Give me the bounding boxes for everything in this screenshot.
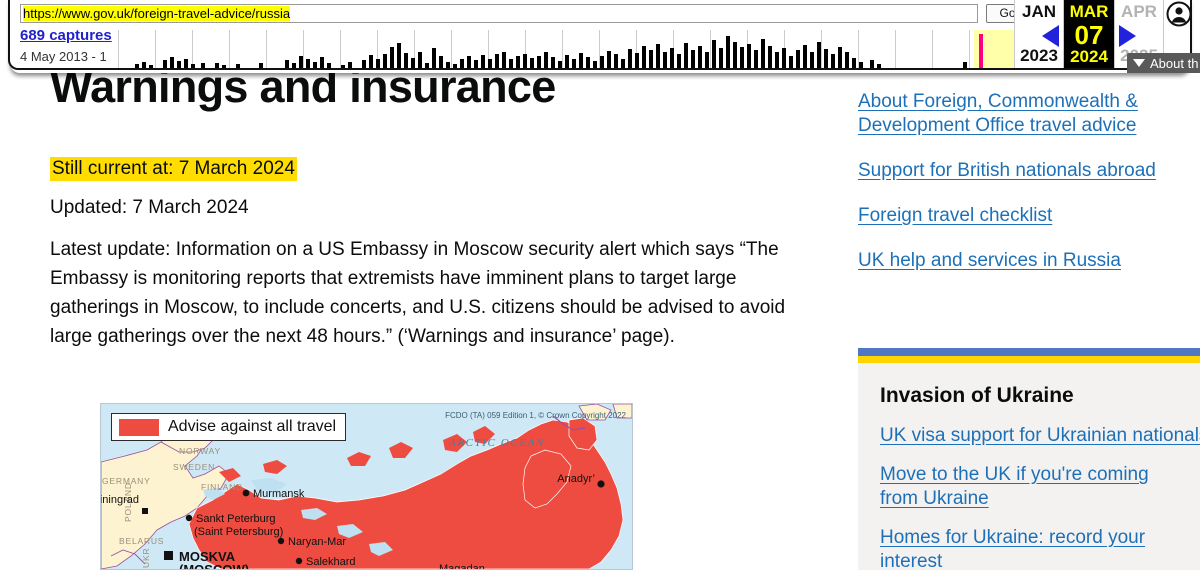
map-country-label: UKR: [141, 548, 151, 568]
related-link-fcdo-travel-advice[interactable]: About Foreign, Commonwealth & Developmen…: [858, 91, 1138, 136]
captures-date-range: 4 May 2013 - 1: [20, 49, 107, 64]
map-country-label: BELARUS: [119, 536, 164, 546]
map-city-label: (Saint Petersburg): [194, 526, 283, 538]
ukraine-link-homes-for-ukraine[interactable]: Homes for Ukraine: record your interest: [880, 527, 1145, 570]
map-credit: FCDO (TA) 059 Edition 1, © Crown Copyrig…: [445, 411, 626, 420]
map-country-label: NORWAY: [179, 446, 221, 456]
current-month-label: MAR: [1069, 2, 1109, 21]
list-item: About Foreign, Commonwealth & Developmen…: [858, 90, 1200, 138]
invasion-of-ukraine-panel: Invasion of Ukraine UK visa support for …: [858, 348, 1200, 570]
list-item: Foreign travel checklist: [858, 204, 1200, 228]
url-input[interactable]: https://www.gov.uk/foreign-travel-advice…: [20, 3, 978, 23]
list-item: Homes for Ukraine: record your interest: [880, 526, 1178, 570]
russia-travel-advice-map[interactable]: ARCTIC OCEAN Bering Sea NORWAY SWEDEN FI…: [100, 403, 633, 570]
ukraine-flag-blue-bar: [858, 348, 1200, 356]
related-content-sidebar: Related content About Foreign, Commonwea…: [858, 40, 1200, 294]
prev-year-label: 2023: [1020, 46, 1058, 65]
map-city-label: Anadyr’: [557, 473, 595, 485]
map-country-label: FINLAND: [201, 482, 243, 492]
next-capture-arrow-icon[interactable]: [1119, 25, 1136, 47]
map-legend: Advise against all travel: [111, 413, 347, 441]
updated-line: Updated: 7 March 2024: [50, 197, 249, 218]
related-link-uk-help-services-russia[interactable]: UK help and services in Russia: [858, 250, 1121, 271]
wayback-machine-toolbar: https://www.gov.uk/foreign-travel-advice…: [0, 0, 1200, 73]
latest-update-paragraph: Latest update: Information on a US Embas…: [50, 239, 786, 347]
related-link-support-british-nationals[interactable]: Support for British nationals abroad: [858, 160, 1156, 181]
chevron-down-icon: [1133, 59, 1145, 67]
map-country-label: SWEDEN: [173, 462, 215, 472]
previous-capture-arrow-icon[interactable]: [1042, 25, 1059, 47]
map-sea-label: ARCTIC OCEAN: [448, 437, 545, 449]
about-this-capture-label: About th: [1150, 55, 1199, 71]
ukraine-panel-body: Invasion of Ukraine UK visa support for …: [858, 363, 1200, 570]
browser-viewport: Warnings and insurance Still current at:…: [0, 0, 1200, 570]
capture-timeline[interactable]: [118, 26, 1014, 68]
map-city-label: Naryan-Mar: [288, 536, 346, 548]
next-month-label: APR: [1121, 2, 1157, 21]
toolbar-url-row: https://www.gov.uk/foreign-travel-advice…: [10, 0, 1190, 26]
ukraine-flag-yellow-bar: [858, 356, 1200, 363]
map-city-label: Magadan: [439, 563, 485, 569]
ukraine-link-visa-support[interactable]: UK visa support for Ukrainian nationals: [880, 425, 1200, 446]
still-current-highlight: Still current at: 7 March 2024: [50, 157, 297, 181]
map-city-label: (MOSCOW): [179, 562, 249, 569]
map-city-label: Sankt Peterburg: [196, 513, 276, 525]
map-city-label: Kaliningrad: [101, 494, 139, 506]
related-links-list: About Foreign, Commonwealth & Developmen…: [858, 90, 1200, 273]
map-legend-label: Advise against all travel: [168, 418, 337, 435]
account-icon[interactable]: [1166, 1, 1190, 27]
about-this-capture-button[interactable]: About th: [1127, 53, 1200, 73]
ukraine-links-list: UK visa support for Ukrainian nationals …: [880, 424, 1200, 570]
toolbar-frame: https://www.gov.uk/foreign-travel-advice…: [8, 0, 1192, 70]
prev-month-label: JAN: [1021, 2, 1056, 21]
previous-capture-date[interactable]: JAN 2023: [1014, 0, 1064, 68]
map-city-label: Salekhard: [306, 556, 356, 568]
captures-info: 689 captures 4 May 2013 - 1: [20, 26, 118, 68]
current-year-label: 2024: [1070, 47, 1108, 66]
current-capture-date[interactable]: MAR 07 2024: [1064, 0, 1114, 68]
main-content-column: Warnings and insurance Still current at:…: [50, 62, 840, 351]
list-item: UK help and services in Russia: [858, 249, 1200, 273]
ukraine-panel-title: Invasion of Ukraine: [880, 384, 1074, 407]
current-day-label: 07: [1074, 20, 1104, 50]
govuk-page-content: Warnings and insurance Still current at:…: [0, 0, 1200, 570]
ukraine-link-move-to-uk[interactable]: Move to the UK if you're coming from Ukr…: [880, 464, 1149, 509]
related-link-foreign-travel-checklist[interactable]: Foreign travel checklist: [858, 205, 1052, 226]
list-item: UK visa support for Ukrainian nationals: [880, 424, 1200, 448]
map-city-label: Murmansk: [253, 488, 305, 500]
still-current-line: Still current at: 7 March 2024: [50, 156, 840, 182]
url-input-value: https://www.gov.uk/foreign-travel-advice…: [23, 5, 291, 21]
list-item: Move to the UK if you're coming from Ukr…: [880, 463, 1178, 511]
map-legend-swatch: [119, 418, 159, 436]
list-item: Support for British nationals abroad: [858, 159, 1200, 183]
captures-count-link[interactable]: 689 captures: [20, 26, 118, 45]
current-capture-marker: [979, 34, 983, 68]
